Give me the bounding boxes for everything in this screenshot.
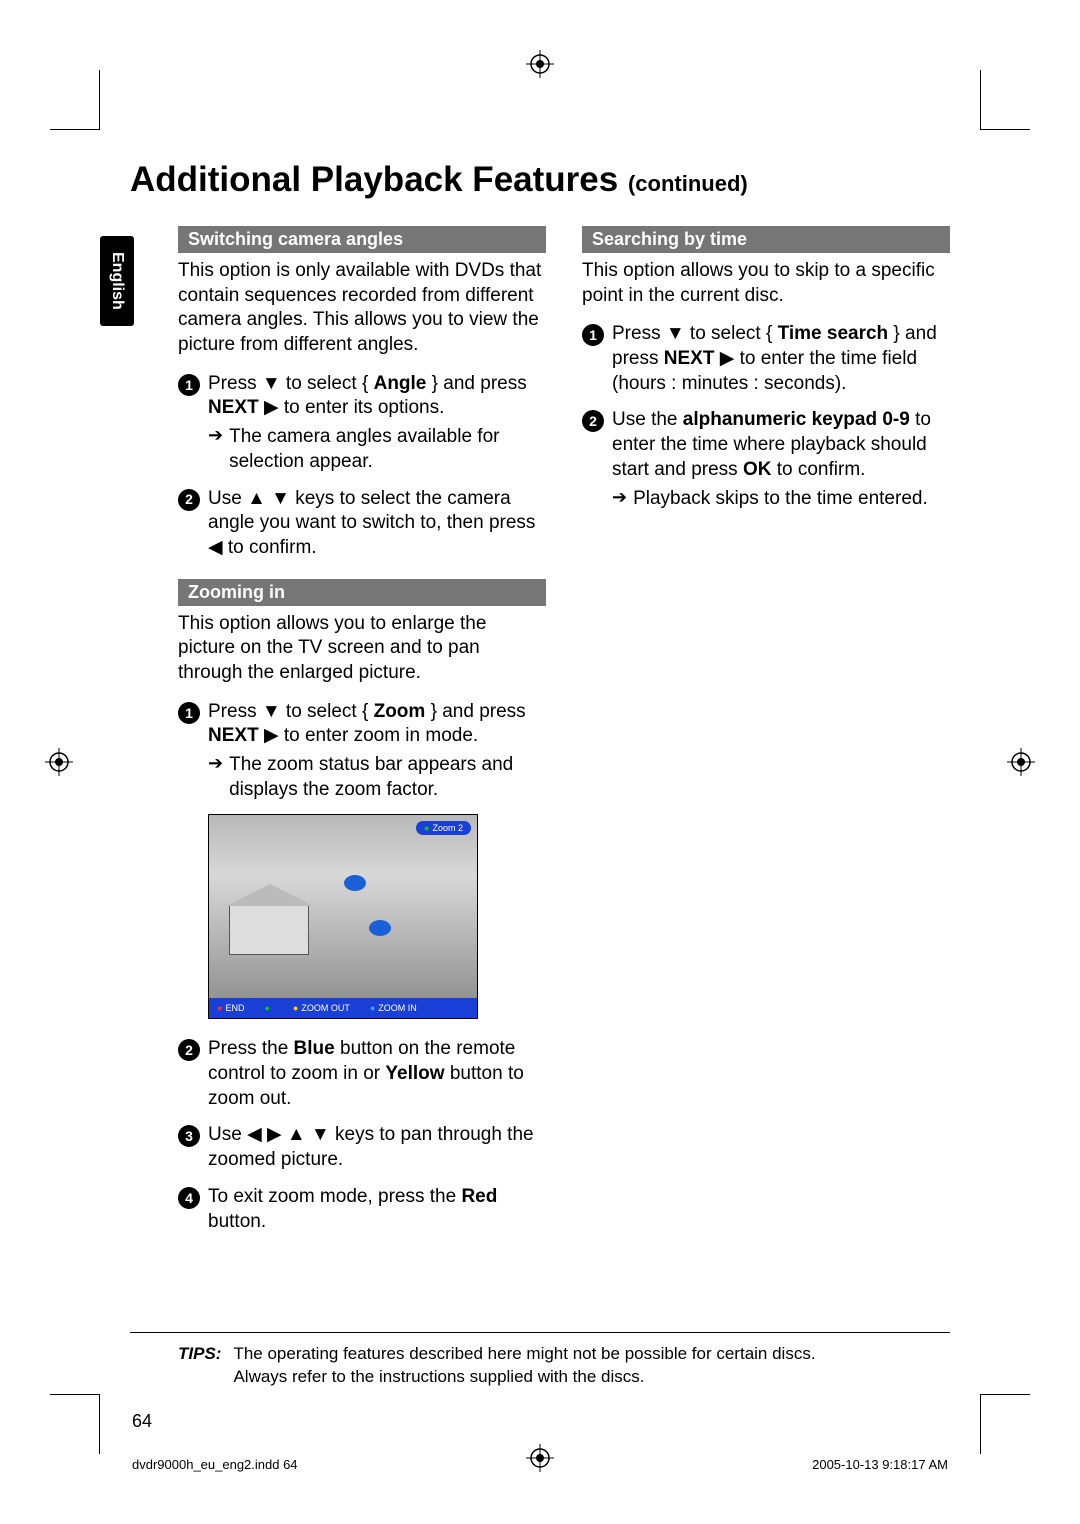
crop-mark-top-right: [980, 70, 1030, 130]
text: Press ▼ to select {: [208, 701, 374, 722]
tips-text: The operating features described here mi…: [233, 1343, 815, 1389]
step-number-icon: 2: [178, 1039, 200, 1061]
zoom-step-4: 4 To exit zoom mode, press the Red butto…: [178, 1185, 546, 1234]
yellow-button-label: Yellow: [385, 1063, 444, 1084]
crop-mark-top-left: [50, 70, 100, 130]
zoom-step-1: 1 Press ▼ to select { Zoom } and press N…: [178, 700, 546, 803]
time-search-option: Time search: [778, 323, 889, 344]
crop-mark-bottom-left: [50, 1394, 100, 1454]
text: Use the: [612, 409, 683, 430]
text: ▶ to enter its options.: [259, 397, 445, 418]
step-number-icon: 4: [178, 1187, 200, 1209]
tips-section: TIPS: The operating features described h…: [130, 1332, 950, 1389]
zoom-status-bar: ●END ● ●ZOOM OUT ●ZOOM IN: [209, 998, 477, 1018]
registration-mark-left: [45, 748, 73, 776]
text: Press ▼ to select {: [612, 323, 778, 344]
time-step-1: 1 Press ▼ to select { Time search } and …: [582, 322, 950, 396]
next-button-label: NEXT: [664, 348, 715, 369]
result-arrow-icon: ➔: [208, 425, 223, 447]
title-main: Additional Playback Features: [130, 160, 618, 199]
result-text: Playback skips to the time entered.: [633, 487, 928, 512]
zoom-step-2: 2 Press the Blue button on the remote co…: [178, 1037, 546, 1111]
zoom-level-badge: ●Zoom 2: [416, 821, 471, 835]
registration-mark-top: [526, 50, 554, 78]
text: Press the: [208, 1038, 294, 1059]
time-search-intro: This option allows you to skip to a spec…: [582, 259, 950, 308]
right-column: Searching by time This option allows you…: [582, 226, 950, 1246]
registration-mark-right: [1007, 748, 1035, 776]
page-title: Additional Playback Features (continued): [130, 160, 950, 200]
camera-angles-intro: This option is only available with DVDs …: [178, 259, 546, 358]
step-number-icon: 2: [582, 410, 604, 432]
ok-button-label: OK: [743, 459, 772, 480]
tips-label: TIPS:: [178, 1343, 221, 1389]
page-content: Additional Playback Features (continued)…: [130, 160, 950, 1246]
text: to confirm.: [771, 459, 865, 480]
blue-button-label: Blue: [294, 1038, 335, 1059]
footer-metadata: dvdr9000h_eu_eng2.indd 64 2005-10-13 9:1…: [132, 1457, 948, 1472]
step-number-icon: 1: [178, 702, 200, 724]
text: } and press: [426, 373, 526, 394]
text: Press ▼ to select {: [208, 373, 374, 394]
step-number-icon: 1: [178, 374, 200, 396]
result-text: The camera angles available for selectio…: [229, 425, 546, 474]
zoom-out-label: ZOOM OUT: [301, 1003, 350, 1013]
zoom-option: Zoom: [374, 701, 426, 722]
result-arrow-icon: ➔: [612, 487, 627, 509]
zoom-badge-label: Zoom 2: [432, 823, 463, 833]
result-text: The zoom status bar appears and displays…: [229, 753, 546, 802]
pan-cursor-icon: [369, 920, 391, 936]
section-searching-by-time: Searching by time: [582, 226, 950, 253]
result-arrow-icon: ➔: [208, 753, 223, 775]
text: button.: [208, 1211, 266, 1232]
language-tab: English: [100, 236, 134, 326]
zoom-intro: This option allows you to enlarge the pi…: [178, 612, 546, 686]
page-number: 64: [132, 1411, 152, 1432]
angle-option: Angle: [374, 373, 427, 394]
zoom-screenshot-figure: ●Zoom 2 ●END ● ●ZOOM OUT ●ZOOM IN: [208, 814, 478, 1019]
title-continued: (continued): [628, 171, 748, 196]
time-step-2: 2 Use the alphanumeric keypad 0-9 to ent…: [582, 408, 950, 511]
footer-filename: dvdr9000h_eu_eng2.indd 64: [132, 1457, 298, 1472]
zoom-step-3: 3 Use ◀ ▶ ▲ ▼ keys to pan through the zo…: [178, 1123, 546, 1172]
section-switching-camera-angles: Switching camera angles: [178, 226, 546, 253]
tips-line-2: Always refer to the instructions supplie…: [233, 1367, 644, 1386]
camera-step-2: 2 Use ▲ ▼ keys to select the camera angl…: [178, 487, 546, 561]
next-button-label: NEXT: [208, 397, 259, 418]
left-column: Switching camera angles This option is o…: [178, 226, 546, 1246]
crop-mark-bottom-right: [980, 1394, 1030, 1454]
section-zooming-in: Zooming in: [178, 579, 546, 606]
next-button-label: NEXT: [208, 725, 259, 746]
end-label: END: [225, 1003, 244, 1013]
tips-line-1: The operating features described here mi…: [233, 1344, 815, 1363]
text: ▶ to enter zoom in mode.: [259, 725, 479, 746]
step-number-icon: 2: [178, 489, 200, 511]
text: To exit zoom mode, press the: [208, 1186, 461, 1207]
footer-timestamp: 2005-10-13 9:18:17 AM: [812, 1457, 948, 1472]
text: Use ◀ ▶ ▲ ▼ keys to pan through the zoom…: [208, 1123, 546, 1172]
step-number-icon: 1: [582, 324, 604, 346]
red-button-label: Red: [461, 1186, 497, 1207]
house-illustration: [229, 905, 309, 955]
zoom-in-label: ZOOM IN: [378, 1003, 417, 1013]
text: Use ▲ ▼ keys to select the camera angle …: [208, 487, 546, 561]
step-number-icon: 3: [178, 1125, 200, 1147]
keypad-label: alphanumeric keypad 0-9: [683, 409, 910, 430]
camera-step-1: 1 Press ▼ to select { Angle } and press …: [178, 372, 546, 475]
pan-cursor-icon: [344, 875, 366, 891]
text: } and press: [425, 701, 525, 722]
